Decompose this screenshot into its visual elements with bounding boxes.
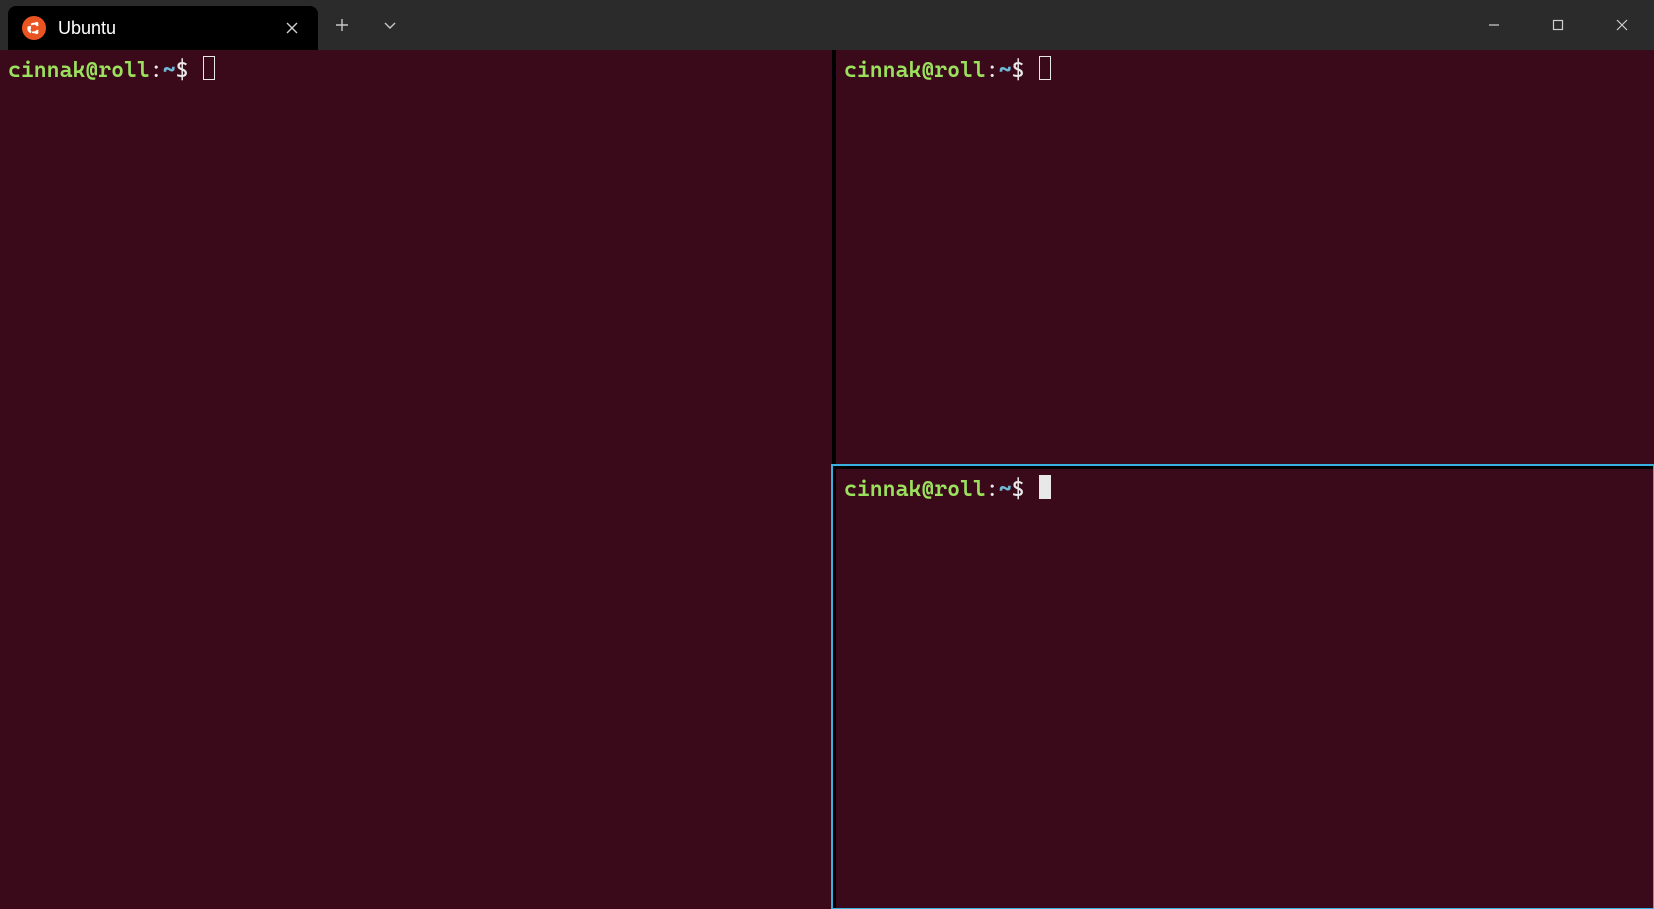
prompt-line: cinnak@roll:~$: [844, 475, 1646, 505]
prompt-line: cinnak@roll:~$: [8, 56, 824, 86]
terminal-pane-top-right[interactable]: cinnak@roll:~$: [832, 50, 1654, 465]
prompt-symbol: $: [1012, 477, 1025, 502]
prompt-line: cinnak@roll:~$: [844, 56, 1646, 86]
terminal-pane-left[interactable]: cinnak@roll:~$: [0, 50, 832, 909]
prompt-path: ~: [999, 477, 1012, 502]
prompt-user-host: cinnak@roll: [844, 477, 986, 502]
cursor: [1039, 475, 1051, 499]
title-bar: Ubuntu: [0, 0, 1654, 50]
close-tab-button[interactable]: [280, 16, 304, 40]
chevron-down-icon: [383, 18, 397, 32]
minimize-button[interactable]: [1462, 0, 1526, 50]
prompt-separator: :: [986, 477, 999, 502]
prompt-user-host: cinnak@roll: [8, 58, 150, 83]
tab-ubuntu[interactable]: Ubuntu: [8, 6, 318, 50]
tab-dropdown-button[interactable]: [366, 0, 414, 50]
terminal-area: cinnak@roll:~$ cinnak@roll:~$ cinnak@rol…: [0, 50, 1654, 909]
close-window-button[interactable]: [1590, 0, 1654, 50]
plus-icon: [335, 18, 349, 32]
titlebar-spacer[interactable]: [414, 0, 1462, 50]
close-icon: [286, 22, 298, 34]
prompt-separator: :: [150, 58, 163, 83]
ubuntu-logo-icon: [22, 16, 46, 40]
prompt-path: ~: [999, 58, 1012, 83]
prompt-symbol: $: [1012, 58, 1025, 83]
prompt-path: ~: [163, 58, 176, 83]
minimize-icon: [1488, 19, 1500, 31]
close-icon: [1616, 19, 1628, 31]
maximize-icon: [1552, 19, 1564, 31]
cursor: [1039, 56, 1051, 80]
tab-title: Ubuntu: [58, 18, 268, 39]
prompt-user-host: cinnak@roll: [844, 58, 986, 83]
cursor: [203, 56, 215, 80]
prompt-symbol: $: [176, 58, 189, 83]
new-tab-button[interactable]: [318, 0, 366, 50]
window-controls: [1462, 0, 1654, 50]
prompt-separator: :: [986, 58, 999, 83]
tab-strip: Ubuntu: [0, 0, 318, 50]
maximize-button[interactable]: [1526, 0, 1590, 50]
terminal-pane-bottom-right[interactable]: cinnak@roll:~$: [832, 465, 1654, 909]
